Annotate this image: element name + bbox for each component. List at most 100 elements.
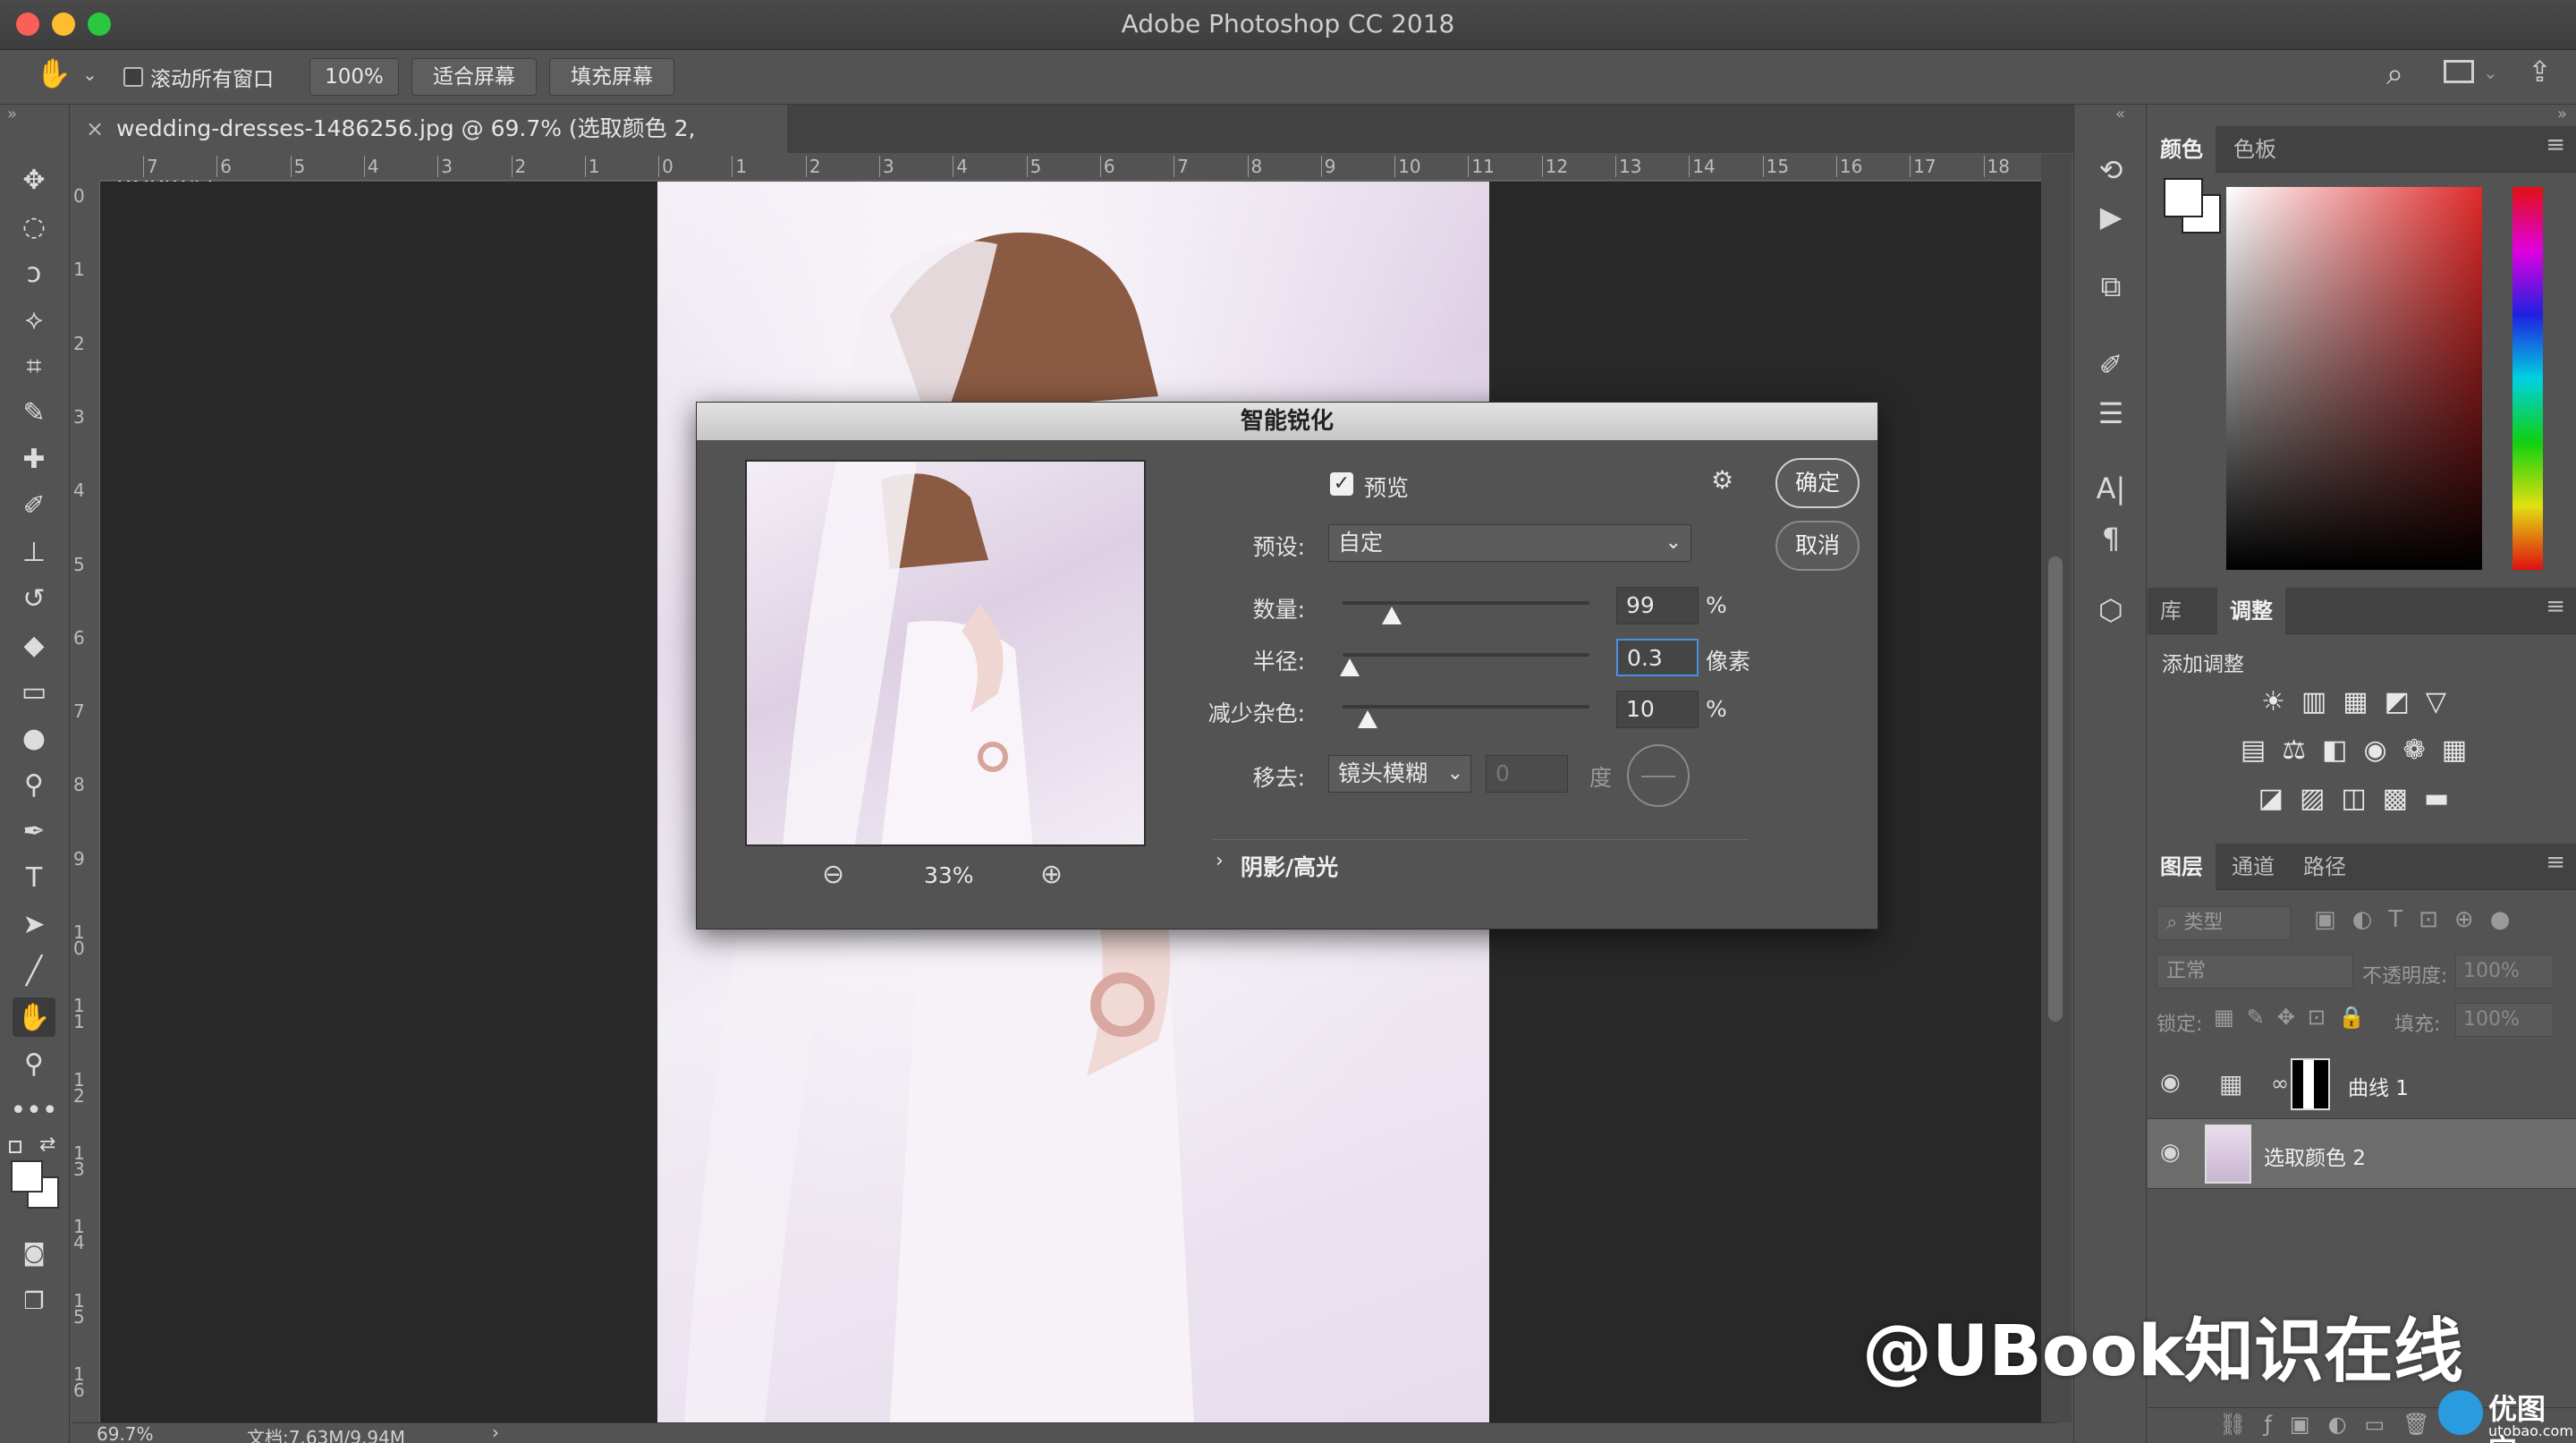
zoom-100-button[interactable]: 100% (309, 58, 399, 96)
character-panel-icon[interactable]: A| (2089, 466, 2133, 511)
layer-row-curves[interactable]: ◉ ▦ ∞ 曲线 1 (2148, 1049, 2576, 1119)
shadows-highlights-toggle[interactable]: 阴影/高光 (1241, 850, 1338, 882)
chevron-right-icon[interactable]: › (1216, 850, 1224, 872)
fill-screen-button[interactable]: 填充屏幕 (549, 58, 674, 96)
chevron-down-icon[interactable]: ⌄ (2483, 62, 2498, 83)
preset-select[interactable]: 自定 ⌄ (1328, 524, 1691, 562)
tab-paths[interactable]: 路径 (2291, 844, 2359, 890)
history-brush-tool-icon[interactable]: ↺ (13, 579, 55, 618)
gear-icon[interactable]: ⚙ (1711, 465, 1733, 495)
tab-layers[interactable]: 图层 (2148, 844, 2216, 890)
radius-slider-track[interactable] (1343, 653, 1589, 657)
paragraph-panel-icon[interactable]: ¶ (2089, 516, 2133, 561)
dialog-title[interactable]: 智能锐化 (697, 403, 1877, 440)
adjustment-icons-row-3[interactable]: ◪▨◫▩▬ (2148, 783, 2576, 814)
zoom-out-icon[interactable]: ⊖ (822, 859, 844, 890)
tab-adjustments[interactable]: 调整 (2217, 588, 2285, 634)
hue-slider[interactable] (2512, 187, 2543, 570)
angle-field[interactable]: 0 (1486, 755, 1568, 793)
type-tool-icon[interactable]: T (13, 858, 55, 897)
collapse-icon[interactable]: « (2115, 105, 2125, 123)
reduce-noise-slider-handle[interactable] (1357, 710, 1377, 728)
layer-mask-thumbnail[interactable] (2291, 1058, 2330, 1110)
fill-field[interactable]: 100% (2455, 1003, 2554, 1037)
eraser-tool-icon[interactable]: ◆ (13, 625, 55, 665)
layers-footer-icons[interactable]: ⛓ƒ▣◐▭🗑 (2219, 1412, 2448, 1437)
eyedropper-tool-icon[interactable]: ✎ (13, 393, 55, 432)
foreground-color-swatch[interactable] (2164, 178, 2203, 217)
chevron-down-icon[interactable]: ⌄ (82, 64, 97, 85)
scrollbar-thumb[interactable] (2048, 556, 2063, 1022)
amount-slider-track[interactable] (1343, 601, 1589, 605)
status-zoom[interactable]: 69.7% (97, 1423, 154, 1443)
lock-icons[interactable]: ▦✎✥⊡🔒 (2214, 1005, 2377, 1030)
tab-color[interactable]: 颜色 (2148, 126, 2216, 173)
more-tools-icon[interactable]: ••• (10, 1091, 57, 1130)
screen-mode-icon[interactable]: ❐ (13, 1282, 55, 1321)
default-colors-icon[interactable] (9, 1141, 21, 1153)
layer-filter-icons[interactable]: ▣◐T⊡⊕● (2314, 906, 2526, 933)
swap-colors-icon[interactable]: ⇄ (39, 1133, 55, 1156)
amount-slider-handle[interactable] (1382, 607, 1402, 624)
3d-panel-icon[interactable]: ⧉ (2089, 264, 2133, 309)
dodge-tool-icon[interactable]: ⚲ (13, 765, 55, 804)
close-tab-icon[interactable]: × (86, 105, 104, 153)
marquee-tool-icon[interactable]: ◌ (13, 207, 55, 246)
eye-icon[interactable]: ◉ (2160, 1139, 2181, 1166)
move-tool-icon[interactable]: ✥ (13, 160, 55, 199)
chevron-right-icon[interactable]: › (492, 1422, 499, 1443)
hand-tool-icon[interactable]: ✋ (13, 997, 55, 1037)
foreground-color-swatch[interactable] (11, 1160, 43, 1193)
collapse-icon[interactable]: » (7, 105, 17, 123)
eye-icon[interactable]: ◉ (2160, 1069, 2181, 1096)
zoom-tool-icon[interactable]: ⚲ (13, 1044, 55, 1083)
scroll-all-windows-checkbox[interactable] (123, 67, 143, 87)
3d-cube-icon[interactable]: ⬡ (2089, 588, 2133, 632)
collapse-icon[interactable]: » (2557, 105, 2567, 123)
panel-menu-icon[interactable]: ≡ (2546, 132, 2565, 158)
gradient-tool-icon[interactable]: ▭ (13, 672, 55, 711)
tab-swatches[interactable]: 色板 (2221, 126, 2289, 173)
layer-filter-select[interactable]: ⌕ 类型 (2157, 906, 2291, 940)
share-icon[interactable]: ⇪ (2528, 55, 2552, 89)
tab-channels[interactable]: 通道 (2219, 844, 2287, 890)
clone-stamp-tool-icon[interactable]: ⊥ (13, 532, 55, 572)
opacity-field[interactable]: 100% (2455, 955, 2554, 989)
angle-dial[interactable] (1627, 744, 1690, 807)
canvas-vertical-scrollbar[interactable] (2041, 154, 2072, 1422)
radius-field[interactable]: 0.3 (1616, 639, 1699, 676)
line-tool-icon[interactable]: ╱ (13, 951, 55, 990)
history-panel-icon[interactable]: ⟲ (2089, 148, 2133, 192)
pen-tool-icon[interactable]: ✒ (13, 811, 55, 851)
amount-field[interactable]: 99 (1616, 587, 1699, 624)
reduce-noise-slider-track[interactable] (1343, 705, 1589, 709)
crop-tool-icon[interactable]: ⌗ (13, 346, 55, 386)
radius-slider-handle[interactable] (1340, 658, 1360, 676)
properties-panel-icon[interactable]: ☰ (2089, 391, 2133, 436)
quick-mask-icon[interactable]: ◙ (13, 1234, 55, 1273)
document-tab[interactable]: × wedding-dresses-1486256.jpg @ 69.7% (选… (72, 105, 787, 190)
brush-settings-icon[interactable]: ✐ (2089, 343, 2133, 387)
panel-menu-icon[interactable]: ≡ (2546, 593, 2565, 620)
preview-image[interactable] (745, 460, 1146, 846)
fit-screen-button[interactable]: 适合屏幕 (411, 58, 537, 96)
reduce-noise-field[interactable]: 10 (1616, 691, 1699, 728)
hand-icon[interactable]: ✋ (36, 56, 72, 90)
panel-menu-icon[interactable]: ≡ (2546, 849, 2565, 876)
layer-thumbnail[interactable] (2205, 1125, 2251, 1184)
layer-row-selective-color[interactable]: ◉ 选取颜色 2 (2148, 1119, 2576, 1189)
color-field[interactable] (2226, 187, 2482, 570)
link-icon[interactable]: ∞ (2271, 1071, 2289, 1096)
cancel-button[interactable]: 取消 (1775, 521, 1860, 571)
blur-tool-icon[interactable]: ● (13, 718, 55, 758)
path-selection-tool-icon[interactable]: ➤ (13, 904, 55, 944)
workspace-icon[interactable] (2444, 60, 2474, 83)
adjustment-icons-row-1[interactable]: ☀▥▦◩▽ (2148, 686, 2576, 717)
healing-brush-tool-icon[interactable]: ✚ (13, 439, 55, 479)
zoom-in-icon[interactable]: ⊕ (1040, 859, 1063, 890)
search-icon[interactable]: ⌕ (2386, 56, 2403, 92)
preview-checkbox[interactable]: ✓ (1330, 472, 1353, 496)
brush-tool-icon[interactable]: ✐ (13, 486, 55, 525)
remove-select[interactable]: 镜头模糊 ⌄ (1328, 755, 1471, 793)
ok-button[interactable]: 确定 (1775, 458, 1860, 508)
